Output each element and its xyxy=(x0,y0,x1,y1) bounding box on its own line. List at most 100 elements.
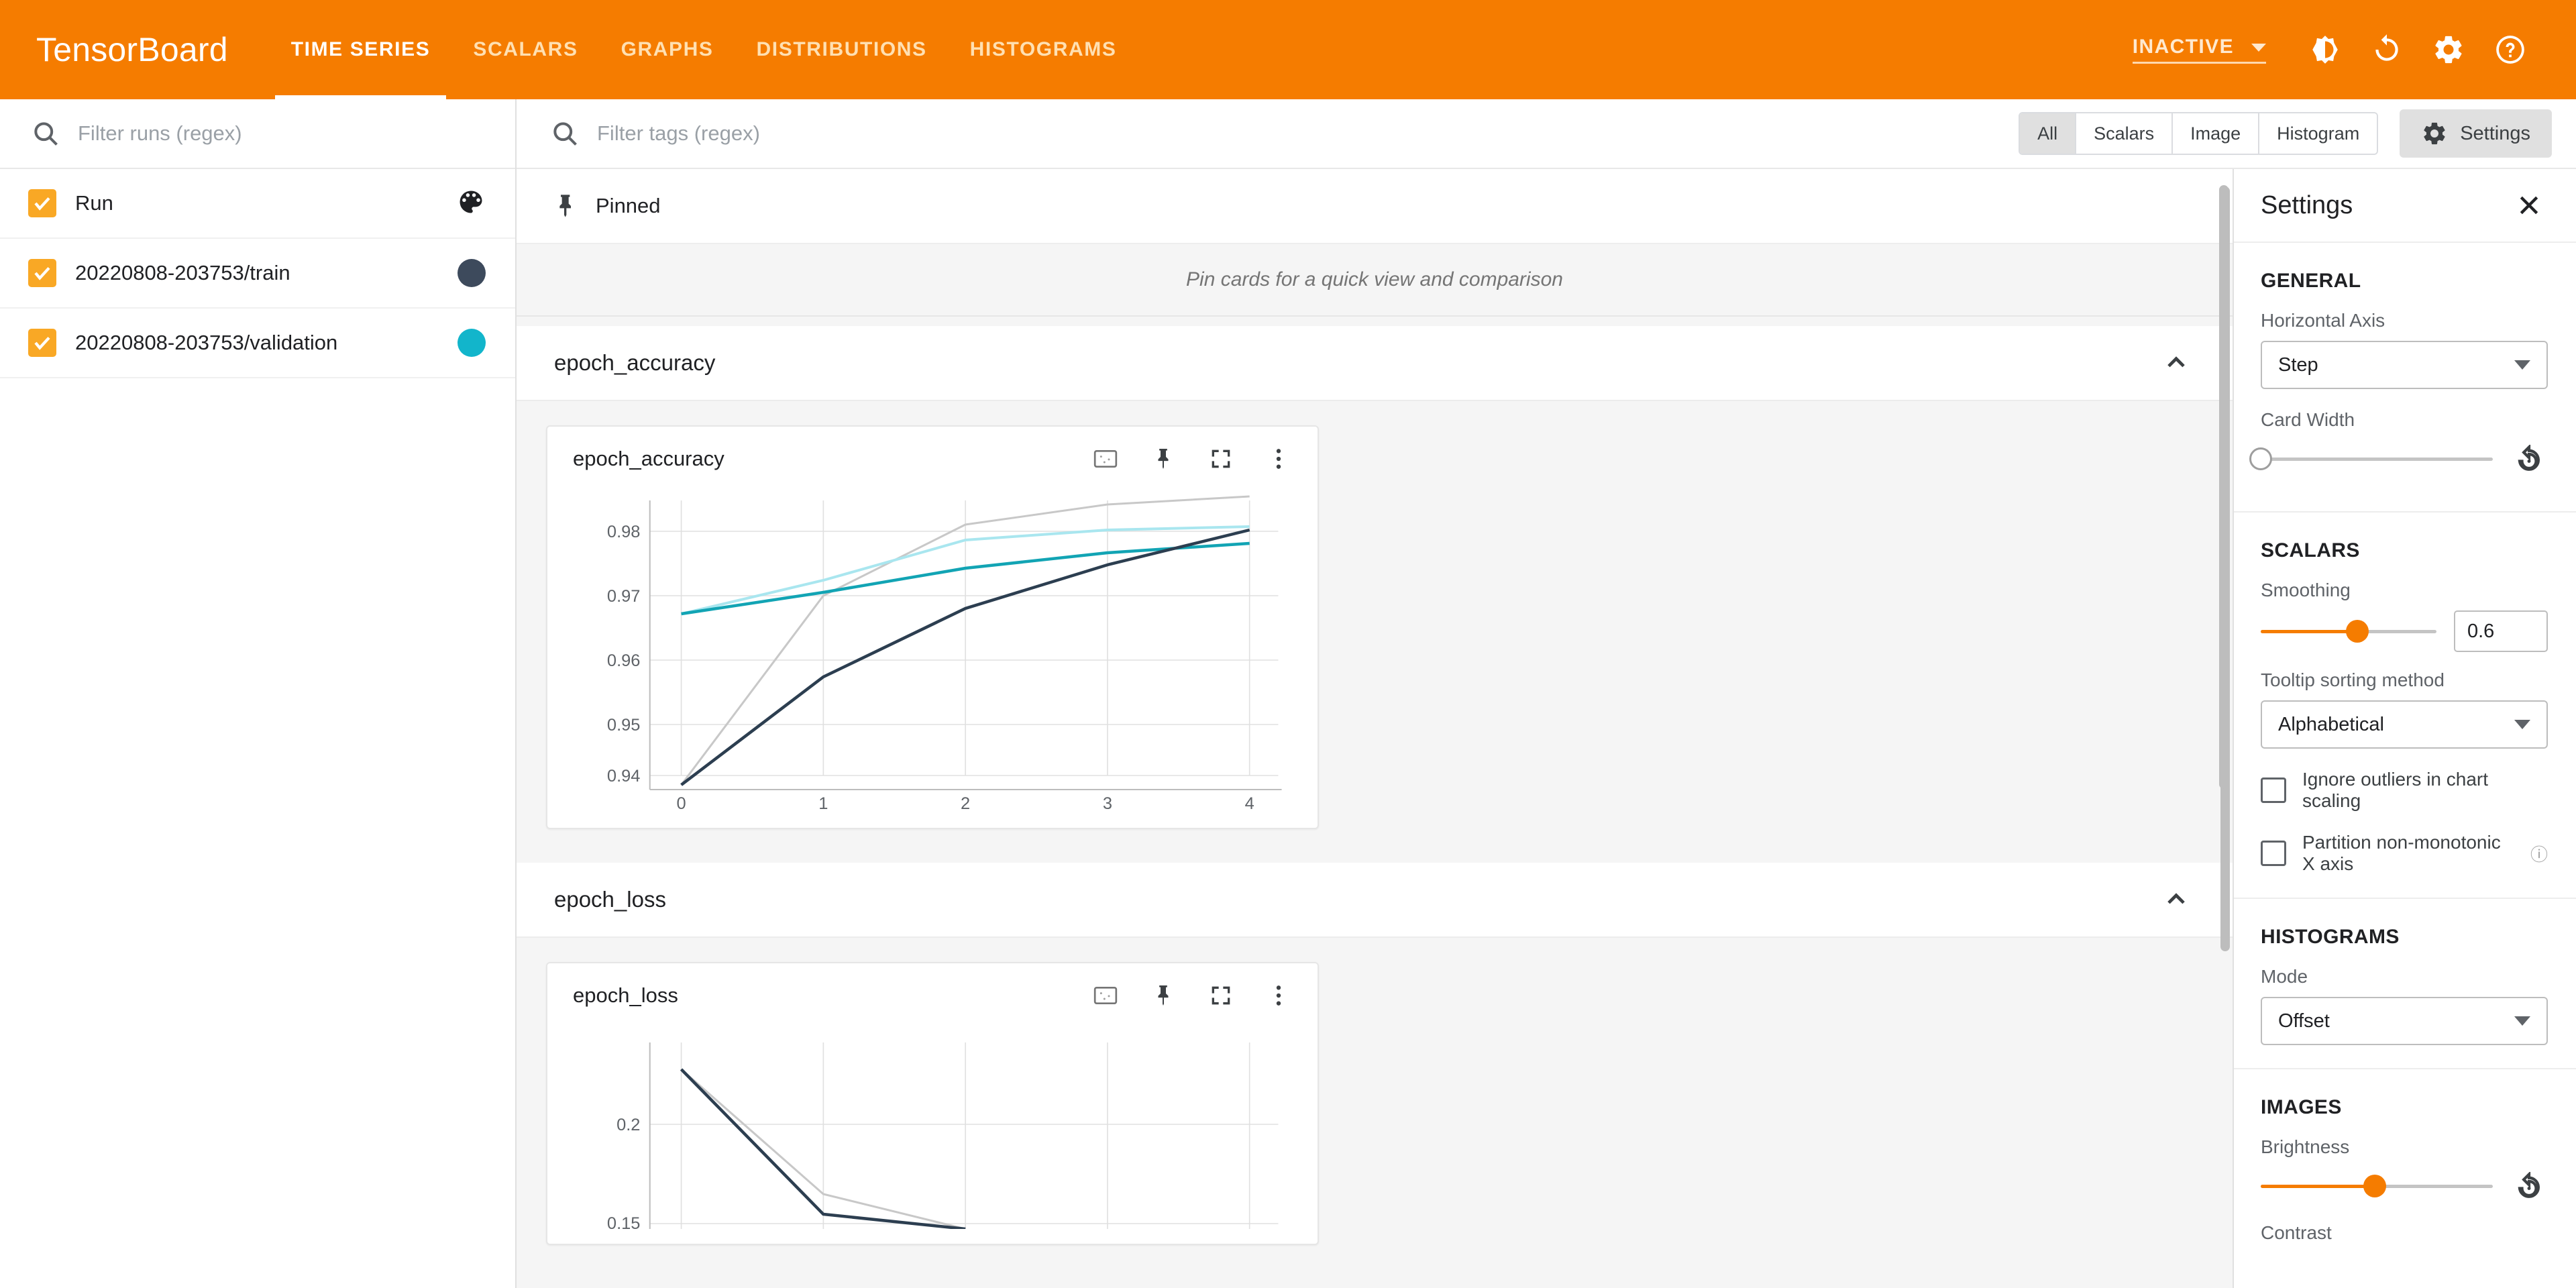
slider-fill xyxy=(2261,630,2357,633)
filter-scalars-button[interactable]: Scalars xyxy=(2076,113,2173,154)
pinned-section-header: Pinned xyxy=(517,169,2233,244)
gear-icon[interactable] xyxy=(2418,19,2479,80)
pin-icon[interactable] xyxy=(1143,975,1183,1016)
palette-icon[interactable] xyxy=(456,187,486,220)
fullscreen-icon[interactable] xyxy=(1201,439,1241,479)
card-toolbar xyxy=(1085,439,1299,479)
partition-x-axis-checkbox[interactable] xyxy=(2261,841,2286,866)
smoothing-value-input[interactable]: 0.6 xyxy=(2454,610,2548,652)
partition-x-axis-label: Partition non-monotonic X axis xyxy=(2302,832,2508,875)
data-table-icon[interactable] xyxy=(1085,439,1126,479)
ignore-outliers-label: Ignore outliers in chart scaling xyxy=(2302,769,2548,812)
tab-label: TIME SERIES xyxy=(291,38,431,61)
chevron-up-icon[interactable] xyxy=(2157,344,2195,382)
filter-all-button[interactable]: All xyxy=(2020,113,2076,154)
cards-scrollbar[interactable] xyxy=(2219,185,2229,789)
settings-section-scalars: SCALARS Smoothing 0.6 Tooltip sorting me… xyxy=(2234,513,2576,899)
restore-icon[interactable] xyxy=(2510,440,2548,478)
smoothing-slider[interactable] xyxy=(2261,618,2436,645)
fullscreen-icon[interactable] xyxy=(1201,975,1241,1016)
tab-time-series[interactable]: TIME SERIES xyxy=(270,0,452,99)
brightness-slider[interactable] xyxy=(2261,1173,2493,1199)
pinned-title: Pinned xyxy=(596,194,661,218)
settings-section-general: GENERAL Horizontal Axis Step Card Width xyxy=(2234,243,2576,513)
group-header[interactable]: epoch_accuracy xyxy=(517,326,2233,401)
tab-graphs[interactable]: GRAPHS xyxy=(600,0,735,99)
help-icon[interactable] xyxy=(2479,19,2541,80)
runs-sidebar: Filter runs (regex) Run 20220808-203753/… xyxy=(0,99,517,1288)
settings-toggle-button[interactable]: Settings xyxy=(2400,109,2552,158)
settings-panel: Settings GENERAL Horizontal Axis Step xyxy=(2233,169,2576,1288)
svg-text:2: 2 xyxy=(961,794,970,813)
svg-text:3: 3 xyxy=(1103,794,1112,813)
runs-header-actions xyxy=(456,187,486,220)
svg-text:4: 4 xyxy=(1245,794,1254,813)
tooltip-sorting-value: Alphabetical xyxy=(2278,714,2384,736)
filter-image-button[interactable]: Image xyxy=(2173,113,2259,154)
chevron-up-icon[interactable] xyxy=(2157,881,2195,918)
chevron-down-icon xyxy=(2514,720,2530,729)
pin-icon[interactable] xyxy=(1143,439,1183,479)
svg-text:0.2: 0.2 xyxy=(616,1116,640,1134)
restore-icon[interactable] xyxy=(2510,1167,2548,1205)
group-body: epoch_loss xyxy=(517,938,2233,1269)
run-color-dot[interactable] xyxy=(458,259,486,287)
chevron-down-icon xyxy=(2514,360,2530,370)
card-header: epoch_loss xyxy=(547,963,1318,1028)
tab-label: HISTOGRAMS xyxy=(970,38,1117,61)
epoch-accuracy-plot[interactable]: 0.98 0.97 0.96 0.95 0.94 0 xyxy=(547,491,1299,813)
svg-text:1: 1 xyxy=(818,794,828,813)
more-vert-icon[interactable] xyxy=(1258,439,1299,479)
run-color-dot[interactable] xyxy=(458,329,486,357)
horizontal-axis-value: Step xyxy=(2278,354,2318,376)
tab-distributions[interactable]: DISTRIBUTIONS xyxy=(735,0,949,99)
run-item-train[interactable]: 20220808-203753/train xyxy=(0,239,515,309)
tab-label: SCALARS xyxy=(473,38,578,61)
info-icon[interactable]: ⓘ xyxy=(2530,841,2548,866)
refresh-icon[interactable] xyxy=(2356,19,2418,80)
partition-x-axis-row[interactable]: Partition non-monotonic X axis ⓘ xyxy=(2261,832,2548,875)
scalar-card-epoch-accuracy: epoch_accuracy xyxy=(546,425,1319,829)
tab-label: DISTRIBUTIONS xyxy=(757,38,927,61)
histogram-mode-select[interactable]: Offset xyxy=(2261,997,2548,1045)
reload-state-dropdown[interactable]: INACTIVE xyxy=(2133,36,2266,64)
group-header[interactable]: epoch_loss xyxy=(517,863,2233,938)
settings-panel-header: Settings xyxy=(2234,169,2576,243)
filter-histogram-button[interactable]: Histogram xyxy=(2259,113,2377,154)
smoothing-label: Smoothing xyxy=(2261,580,2548,601)
run-checkbox[interactable] xyxy=(28,259,56,287)
svg-text:0.98: 0.98 xyxy=(607,523,641,541)
runs-header-row[interactable]: Run xyxy=(0,169,515,239)
epoch-loss-plot[interactable]: 0.2 0.15 xyxy=(547,1028,1299,1229)
header-actions: INACTIVE xyxy=(2133,19,2541,80)
tags-search-input[interactable]: Filter tags (regex) xyxy=(597,121,760,146)
card-toolbar xyxy=(1085,975,1299,1016)
select-all-runs-checkbox[interactable] xyxy=(28,189,56,217)
smoothing-slider-row: 0.6 xyxy=(2261,610,2548,652)
tab-scalars[interactable]: SCALARS xyxy=(451,0,599,99)
runs-column-header: Run xyxy=(75,191,113,215)
data-table-icon[interactable] xyxy=(1085,975,1126,1016)
horizontal-axis-select[interactable]: Step xyxy=(2261,341,2548,389)
close-icon[interactable] xyxy=(2510,186,2548,224)
slider-thumb[interactable] xyxy=(2346,620,2369,643)
app-header: TensorBoard TIME SERIES SCALARS GRAPHS D… xyxy=(0,0,2576,99)
run-item-validation[interactable]: 20220808-203753/validation xyxy=(0,309,515,378)
run-checkbox[interactable] xyxy=(28,329,56,357)
svg-text:0.97: 0.97 xyxy=(607,587,641,606)
card-width-label: Card Width xyxy=(2261,409,2548,431)
slider-thumb[interactable] xyxy=(2249,447,2272,470)
ignore-outliers-row[interactable]: Ignore outliers in chart scaling xyxy=(2261,769,2548,812)
ignore-outliers-checkbox[interactable] xyxy=(2261,777,2286,803)
pinned-empty-message: Pin cards for a quick view and compariso… xyxy=(517,244,2233,317)
settings-section-histograms: HISTOGRAMS Mode Offset xyxy=(2234,899,2576,1069)
more-vert-icon[interactable] xyxy=(1258,975,1299,1016)
slider-thumb[interactable] xyxy=(2363,1175,2386,1197)
tooltip-sorting-select[interactable]: Alphabetical xyxy=(2261,700,2548,749)
tab-histograms[interactable]: HISTOGRAMS xyxy=(949,0,1138,99)
runs-search-row[interactable]: Filter runs (regex) xyxy=(0,99,515,169)
plugin-filter-group: All Scalars Image Histogram xyxy=(2019,112,2378,155)
runs-search-input[interactable]: Filter runs (regex) xyxy=(78,121,242,146)
card-width-slider[interactable] xyxy=(2261,445,2493,472)
brightness-icon[interactable] xyxy=(2294,19,2356,80)
